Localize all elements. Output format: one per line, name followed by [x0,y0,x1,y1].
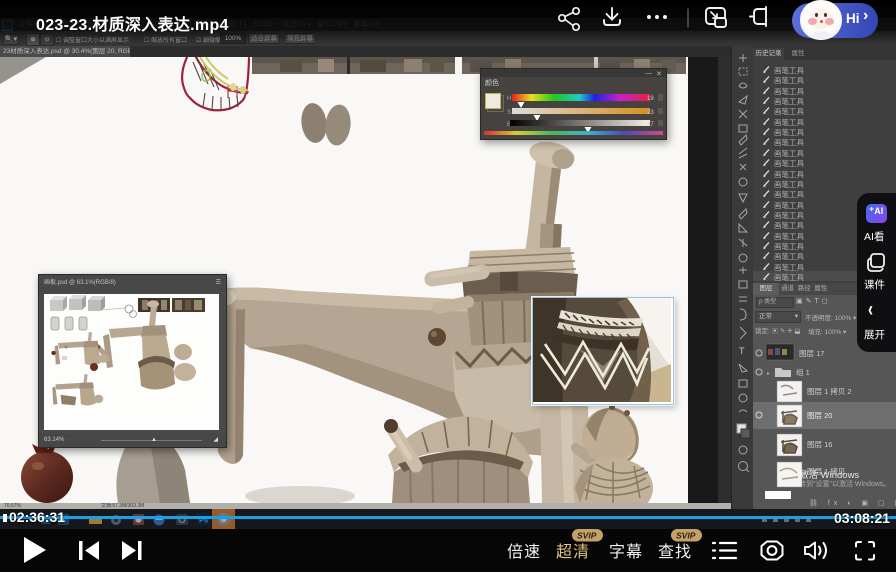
svg-text:H: H [507,96,511,102]
svg-text:图层 17: 图层 17 [799,349,824,358]
svg-text:倍速: 倍速 [507,543,541,561]
svg-text:⛓ fx ◐ ▣ ▢ ▤: ⛓ fx ◐ ▣ ▢ ▤ [809,499,896,507]
svg-text:超清: 超清 [556,543,590,561]
svg-text:图层 16: 图层 16 [807,440,832,449]
svg-text:SVIP: SVIP [676,531,696,541]
svg-text:SVIP: SVIP [577,531,597,541]
svg-text:图层 1 拷贝 2: 图层 1 拷贝 2 [807,386,852,396]
svg-text:S: S [507,110,511,116]
svg-text:组 1: 组 1 [796,367,810,377]
svg-text:查找: 查找 [658,543,692,561]
svg-text:字幕: 字幕 [609,543,643,561]
svg-text:23: 23 [647,110,654,116]
svg-text:图层 20: 图层 20 [807,411,832,420]
svg-text:▸: ▸ [767,371,770,377]
svg-text:47: 47 [647,122,654,128]
svg-text:19: 19 [647,96,654,102]
